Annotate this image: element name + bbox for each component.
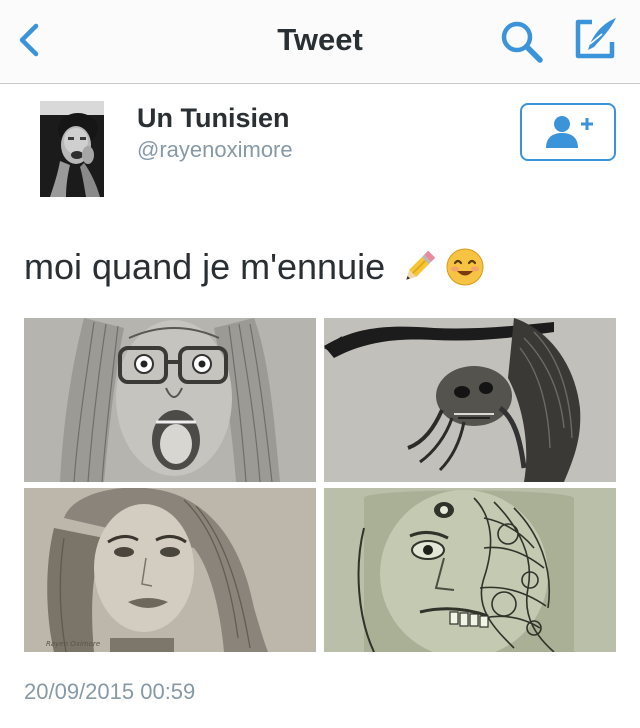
author-display-name[interactable]: Un Tunisien — [137, 103, 290, 134]
author-handle[interactable]: @rayenoximore — [137, 137, 293, 163]
add-user-icon — [546, 116, 593, 148]
photo-screaming-girl[interactable] — [24, 318, 316, 482]
navigation-bar: Tweet — [0, 0, 640, 84]
avatar[interactable] — [40, 101, 104, 197]
compose-icon[interactable] — [570, 14, 622, 64]
tweet-text: moi quand je m'ennuie — [24, 246, 485, 288]
chevron-left-icon[interactable] — [14, 18, 50, 62]
photo-woman-portrait[interactable]: Rayen Oximore — [24, 488, 316, 652]
photo-grid: Rayen Oximore — [24, 318, 616, 652]
tweet-timestamp: 20/09/2015 00:59 — [24, 679, 196, 704]
photo-horned-creature[interactable] — [324, 318, 616, 482]
follow-button[interactable] — [520, 103, 616, 161]
photo-signature: Rayen Oximore — [46, 640, 100, 648]
photo-mechanical-face[interactable] — [324, 488, 616, 652]
pencil-emoji-icon — [406, 250, 436, 280]
smiling-face-emoji-icon — [446, 248, 484, 286]
search-icon[interactable] — [498, 18, 546, 64]
tweet-text-content: moi quand je m'ennuie — [24, 246, 386, 287]
